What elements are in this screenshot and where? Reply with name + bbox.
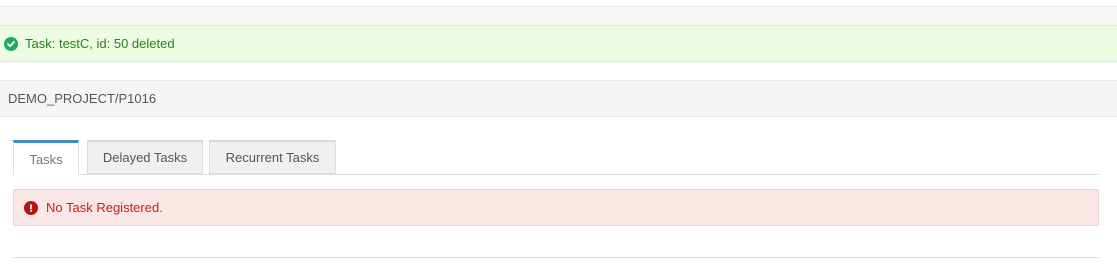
task-tabs: Tasks Delayed Tasks Recurrent Tasks	[13, 140, 1099, 175]
tab-delayed-tasks[interactable]: Delayed Tasks	[87, 140, 203, 174]
success-message: Task: testC, id: 50 deleted	[25, 36, 175, 51]
exclamation-circle-icon	[24, 200, 38, 215]
success-alert: Task: testC, id: 50 deleted	[0, 25, 1117, 62]
project-breadcrumb-bar: DEMO_PROJECT/P1016	[0, 80, 1117, 117]
tab-recurrent-tasks[interactable]: Recurrent Tasks	[209, 140, 336, 174]
project-path: DEMO_PROJECT/P1016	[8, 91, 157, 106]
tab-tasks-label: Tasks	[29, 151, 63, 167]
tab-tasks[interactable]: Tasks	[13, 140, 79, 175]
no-tasks-message: No Task Registered.	[46, 200, 163, 215]
tab-delayed-tasks-label: Delayed Tasks	[102, 150, 188, 165]
tab-recurrent-tasks-label: Recurrent Tasks	[225, 150, 320, 165]
no-tasks-alert: No Task Registered.	[13, 189, 1099, 226]
top-header-strip	[0, 6, 1117, 25]
divider	[13, 257, 1099, 258]
check-circle-icon	[4, 36, 18, 51]
